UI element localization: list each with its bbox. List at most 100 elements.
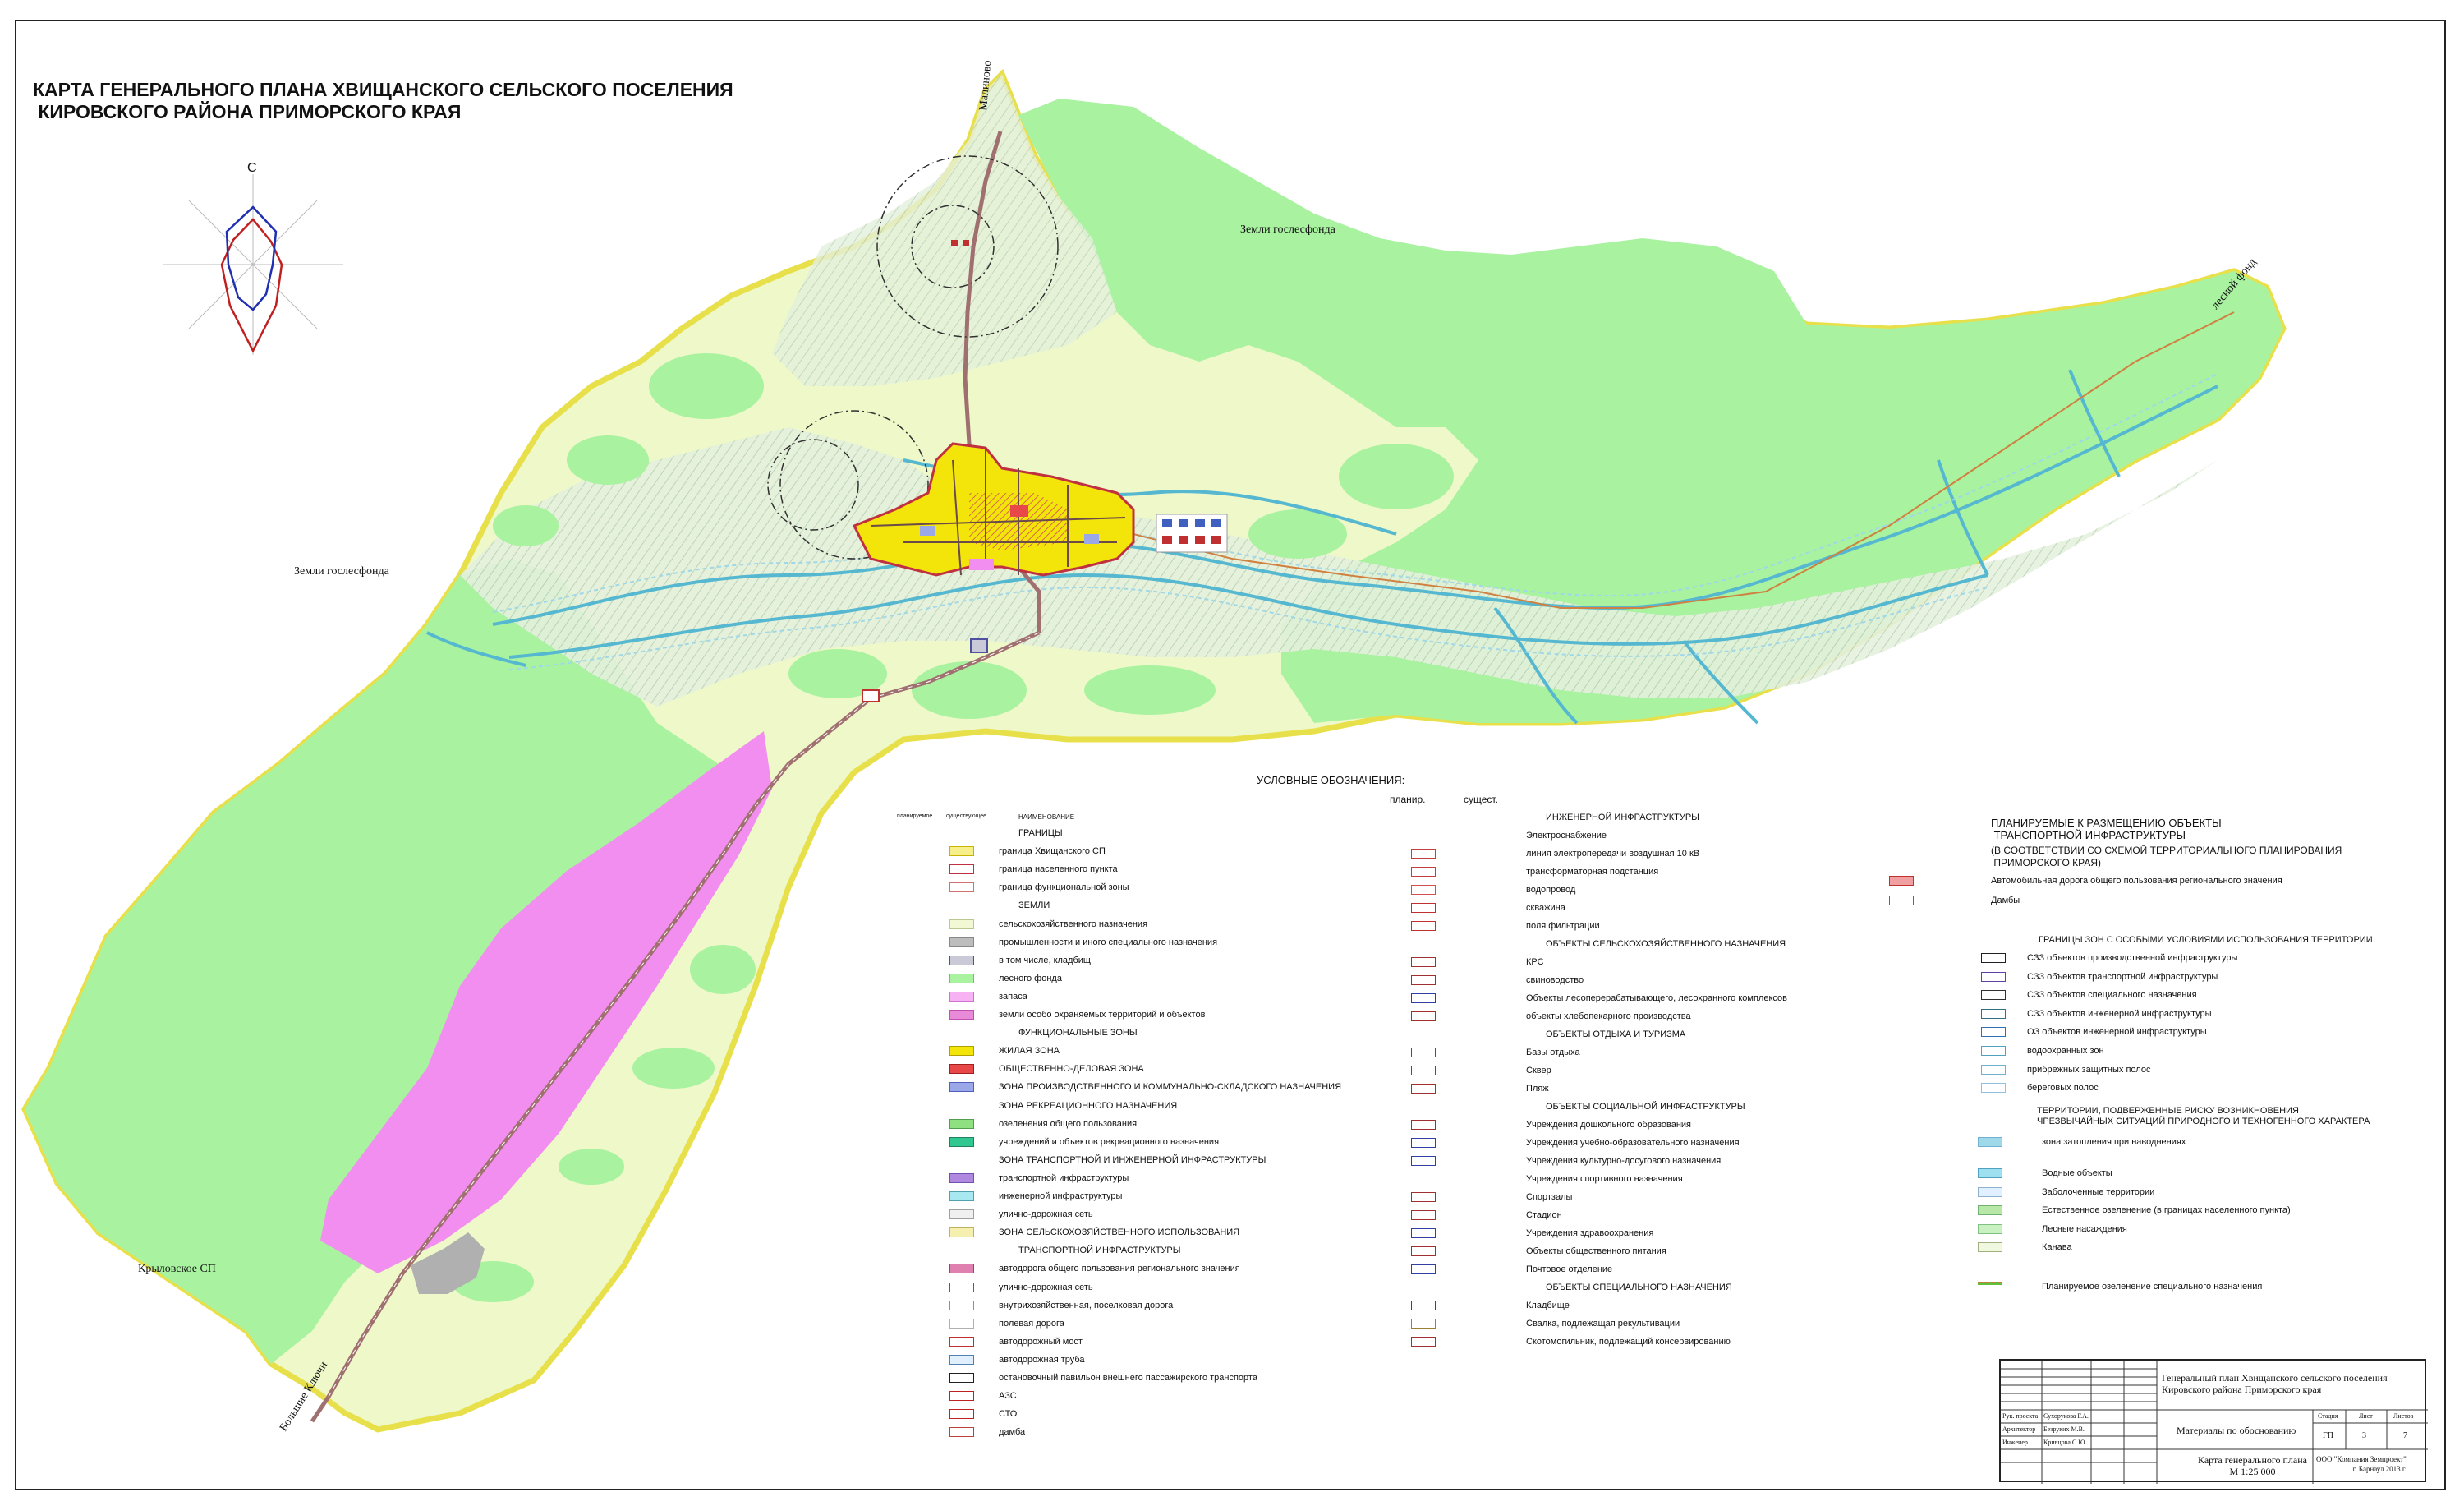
legend-row-text: береговых полос	[2027, 1083, 2099, 1094]
legend-swatch	[949, 1427, 974, 1438]
legend-swatch	[949, 1336, 974, 1347]
legend-swatch	[949, 1227, 974, 1238]
legend-row-text: СЗЗ объектов инженерной инфраструктуры	[2027, 1008, 2212, 1019]
legend-swatch	[1889, 876, 1914, 886]
legend-row-text: ЖИЛАЯ ЗОНА	[999, 1046, 1060, 1057]
legend-row-text: АЗС	[999, 1391, 1017, 1402]
legend-swatch-planned-greening	[1978, 1282, 2002, 1285]
legend-small-existing: существующее	[946, 813, 987, 819]
legend-swatch	[1981, 1064, 2006, 1075]
legend-row-text: учреждений и объектов рекреационного наз…	[999, 1136, 1220, 1147]
legend-row-text: инженерной инфраструктуры	[999, 1191, 1123, 1201]
legend-row-text: СЗЗ объектов производственной инфраструк…	[2027, 953, 2238, 963]
legend-swatch	[1411, 1192, 1436, 1202]
legend-row-text: Лесные насаждения	[2042, 1223, 2127, 1234]
stamp-sheet-title: Карта генерального плана М 1:25 000	[2198, 1454, 2307, 1477]
legend-swatch	[949, 1010, 974, 1020]
legend-row-text: граница Хвищанского СП	[999, 846, 1106, 857]
legend-swatch	[1411, 1138, 1436, 1148]
legend-row-text: ГРАНИЦЫ	[1018, 828, 1063, 838]
legend-row-text: Дамбы	[1991, 896, 2020, 905]
legend-small-name: НАИМЕНОВАНИЕ	[1018, 813, 1075, 821]
legend-row-text: Заболоченные территории	[2042, 1186, 2155, 1197]
legend-row-text: Почтовое отделение	[1526, 1264, 1613, 1274]
legend-row-text: ОБЪЕКТЫ СОЦИАЛЬНОЙ ИНФРАСТРУКТУРЫ	[1546, 1102, 1745, 1112]
stamp-section: Материалы по обоснованию	[2177, 1425, 2296, 1436]
legend-swatch	[1978, 1223, 2002, 1234]
legend-swatch	[1411, 885, 1436, 895]
legend-swatch	[1411, 975, 1436, 985]
legend-small-planned: планируемое	[897, 813, 933, 819]
legend-swatch	[949, 1064, 974, 1075]
legend-row-text: Автомобильная дорога общего пользования …	[1991, 876, 2282, 886]
legend-swatch	[949, 1409, 974, 1420]
legend-swatch	[1981, 1083, 2006, 1094]
legend-row-text: СТО	[999, 1409, 1018, 1420]
stamp-header-stage: Стадия	[2318, 1412, 2338, 1420]
legend-swatch	[1981, 971, 2006, 982]
legend-row-text: Объекты общественного питания	[1526, 1246, 1666, 1256]
legend-swatch	[1978, 1168, 2002, 1178]
legend-swatch	[1978, 1186, 2002, 1197]
legend-swatch	[1411, 1011, 1436, 1021]
legend-row-text: остановочный павильон внешнего пассажирс…	[999, 1373, 1257, 1383]
stamp-role-1: Рук. проекта	[2002, 1412, 2039, 1420]
legend-swatch	[949, 1082, 974, 1093]
stamp-header-sheets: Листов	[2393, 1412, 2414, 1420]
legend-row-text: запаса	[999, 991, 1027, 1002]
legend-row-text: Учреждения спортивного назначения	[1526, 1174, 1683, 1184]
legend-row-text: Водные объекты	[2042, 1168, 2112, 1178]
legend-row-text: автодорожный мост	[999, 1336, 1083, 1347]
legend-row-text: поля фильтрации	[1526, 921, 1600, 931]
legend-row-text: Спортзалы	[1526, 1192, 1573, 1202]
legend-swatch	[1411, 1264, 1436, 1274]
legend-row-text: Базы отдыха	[1526, 1048, 1580, 1057]
legend-row-text: ЗЕМЛИ	[1018, 900, 1050, 911]
legend-swatch	[1981, 990, 2006, 1001]
legend-row-text: Сквер	[1526, 1066, 1551, 1075]
legend-row-text: ОБЩЕСТВЕННО-ДЕЛОВАЯ ЗОНА	[999, 1064, 1144, 1075]
legend-col3-header: ПЛАНИРУЕМЫЕ К РАЗМЕЩЕНИЮ ОБЪЕКТЫ ТРАНСПО…	[1991, 817, 2222, 841]
legend-row-text: Канава	[2042, 1242, 2072, 1252]
legend-swatch	[949, 882, 974, 893]
title-block-stamp: Генеральный план Хвищанского сельского п…	[1999, 1359, 2428, 1484]
stamp-role-3: Инженер	[2002, 1439, 2028, 1446]
social-object-icons	[1156, 514, 1228, 553]
legend-swatch	[1411, 993, 1436, 1003]
stamp-name-1: Сухорукова Г.А.	[2043, 1412, 2089, 1420]
legend-row-text: ОБЪЕКТЫ СПЕЦИАЛЬНОГО НАЗНАЧЕНИЯ	[1546, 1283, 1732, 1292]
legend-row-text: свиноводство	[1526, 975, 1584, 985]
legend-swatch	[1411, 1301, 1436, 1310]
legend-swatch	[1981, 1008, 2006, 1019]
legend-swatch	[949, 1136, 974, 1147]
legend-row-text: Стадион	[1526, 1210, 1562, 1220]
legend-swatch	[1411, 903, 1436, 913]
legend-col-existing: сущест.	[1464, 794, 1498, 805]
legend-row-text: улично-дорожная сеть	[999, 1209, 1093, 1220]
legend-row-text: Кладбище	[1526, 1301, 1570, 1310]
legend-row-text: полевая дорога	[999, 1318, 1064, 1329]
legend-swatch	[949, 1118, 974, 1129]
legend-row-text: СЗЗ объектов специального назначения	[2027, 990, 2197, 1001]
legend-row-text: транспортной инфраструктуры	[999, 1172, 1129, 1183]
legend-row-text: Учреждения дошкольного образования	[1526, 1120, 1691, 1130]
legend-row-text: Учреждения здравоохранения	[1526, 1228, 1654, 1238]
legend-row-text: линия электропередачи воздушная 10 кВ	[1526, 849, 1700, 859]
legend-swatch	[949, 1172, 974, 1183]
legend-row-text: внутрихозяйственная, поселковая дорога	[999, 1300, 1174, 1310]
legend-row-text: Пляж	[1526, 1084, 1549, 1094]
legend-row-text: скважина	[1526, 903, 1565, 913]
stamp-name-3: Кривцова С.Ю.	[2043, 1439, 2087, 1446]
legend-row-text: Свалка, подлежащая рекультивации	[1526, 1319, 1680, 1329]
legend-risk-header: ТЕРРИТОРИИ, ПОДВЕРЖЕННЫЕ РИСКУ ВОЗНИКНОВ…	[2037, 1106, 2370, 1126]
stamp-header-sheet: Лист	[2359, 1412, 2373, 1420]
legend-row-text: граница населенного пункта	[999, 864, 1118, 875]
stamp-project-title: Генеральный план Хвищанского сельского п…	[2162, 1372, 2388, 1395]
legend-row-text: водоохранных зон	[2027, 1046, 2104, 1056]
legend-swatch	[949, 1354, 974, 1365]
legend-row-text: водопровод	[1526, 885, 1576, 895]
legend-row-text: промышленности и иного специального назн…	[999, 937, 1218, 947]
map-canvas[interactable]	[0, 0, 2464, 1506]
legend-swatch	[1889, 896, 1914, 905]
legend-swatch	[949, 937, 974, 947]
